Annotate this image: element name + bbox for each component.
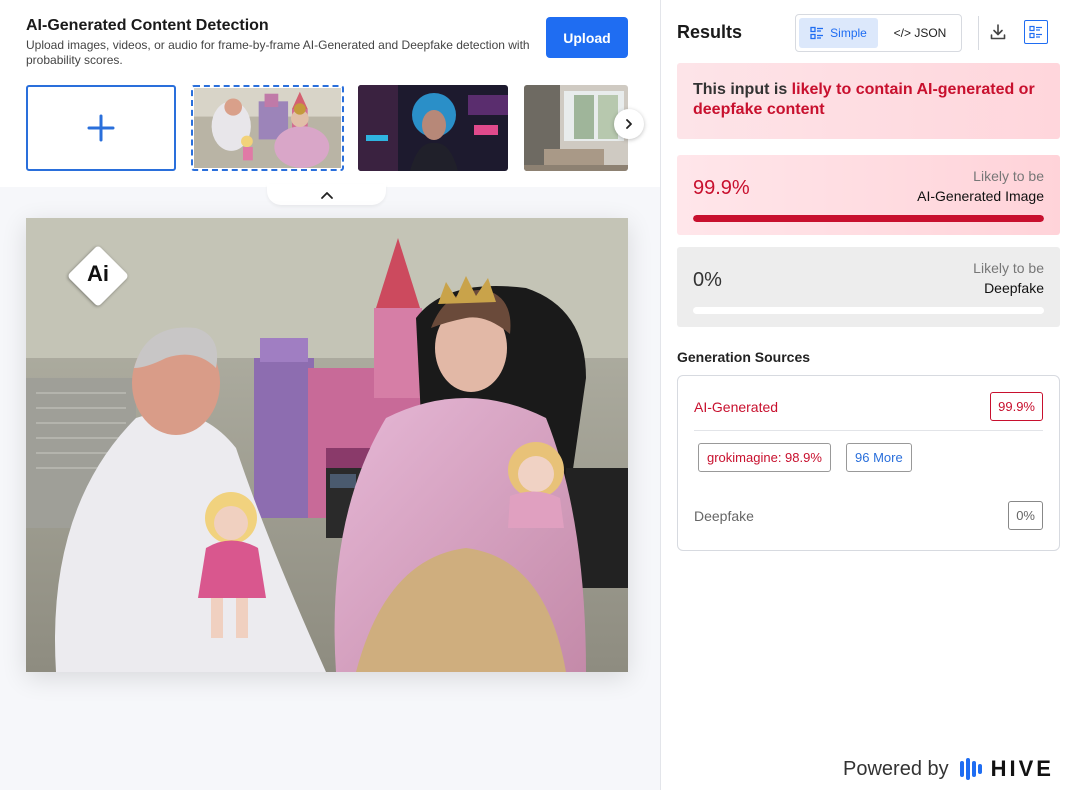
deepfake-score-bar xyxy=(693,307,1044,314)
ai-score-bar xyxy=(693,215,1044,222)
results-title: Results xyxy=(677,22,743,42)
powered-by-text: Powered by xyxy=(843,757,949,780)
chevron-right-icon xyxy=(626,119,632,129)
ai-score-label: AI-Generated Image xyxy=(917,188,1044,204)
toolbar-separator xyxy=(978,16,979,50)
sources-divider xyxy=(694,430,1043,431)
plus-icon xyxy=(87,114,115,142)
view-toggle: Simple </> JSON xyxy=(795,14,962,52)
powered-by-footer: Powered by HIVE xyxy=(843,756,1054,782)
upload-header: AI-Generated Content Detection Upload im… xyxy=(0,0,660,187)
upload-panel: AI-Generated Content Detection Upload im… xyxy=(0,0,660,790)
view-simple-label: Simple xyxy=(830,26,867,40)
deepfake-percentage: 0% xyxy=(1008,501,1043,530)
ai-generated-score-card: 99.9% Likely to be AI-Generated Image xyxy=(677,155,1060,235)
add-media-button[interactable] xyxy=(26,85,176,171)
detail-list-icon xyxy=(1029,25,1042,39)
hive-logo-icon xyxy=(959,758,982,780)
deepfake-score-caption: Likely to be xyxy=(973,260,1044,276)
generation-sources-title: Generation Sources xyxy=(677,349,811,365)
thumbnail-cyber-woman[interactable] xyxy=(358,85,508,171)
page-subtitle: Upload images, videos, or audio for fram… xyxy=(26,38,530,67)
deepfake-score-label: Deepfake xyxy=(984,280,1044,296)
more-sources-chip[interactable]: 96 More xyxy=(846,443,912,472)
deepfake-score-card: 0% Likely to be Deepfake xyxy=(677,247,1060,327)
ai-generated-label: AI-Generated xyxy=(694,399,779,415)
ai-generated-percentage: 99.9% xyxy=(990,392,1043,421)
ai-badge-label: Ai xyxy=(87,261,109,286)
generation-sources-card: AI-Generated 99.9% grokimagine: 98.9% 96… xyxy=(677,375,1060,551)
ai-score-caption: Likely to be xyxy=(973,168,1044,184)
panel-divider xyxy=(660,0,661,790)
ai-score-bar-fill xyxy=(693,215,1044,222)
download-button[interactable] xyxy=(986,20,1010,44)
page-title: AI-Generated Content Detection xyxy=(26,17,269,34)
view-json-button[interactable]: </> JSON xyxy=(882,18,958,48)
verdict-prefix: This input is xyxy=(693,81,792,98)
view-simple-button[interactable]: Simple xyxy=(799,18,878,48)
hive-wordmark: HIVE xyxy=(990,756,1054,781)
ai-score-value: 99.9% xyxy=(693,177,750,199)
download-icon xyxy=(990,24,1006,40)
detail-view-button[interactable] xyxy=(1024,20,1048,44)
upload-button[interactable]: Upload xyxy=(546,17,628,58)
collapse-thumbnails-button[interactable] xyxy=(267,184,386,205)
chevron-up-icon xyxy=(320,191,333,199)
thumbnail-interior[interactable] xyxy=(524,85,628,171)
next-thumbnails-button[interactable] xyxy=(614,109,644,139)
list-view-icon xyxy=(810,26,824,40)
source-chip-grokimagine[interactable]: grokimagine: 98.9% xyxy=(698,443,831,472)
deepfake-label: Deepfake xyxy=(694,508,754,524)
verdict-banner: This input is likely to contain AI-gener… xyxy=(677,63,1060,139)
thumbnail-castle-photo[interactable] xyxy=(191,85,344,171)
hive-logo: HIVE xyxy=(959,756,1054,782)
deepfake-score-value: 0% xyxy=(693,269,722,291)
